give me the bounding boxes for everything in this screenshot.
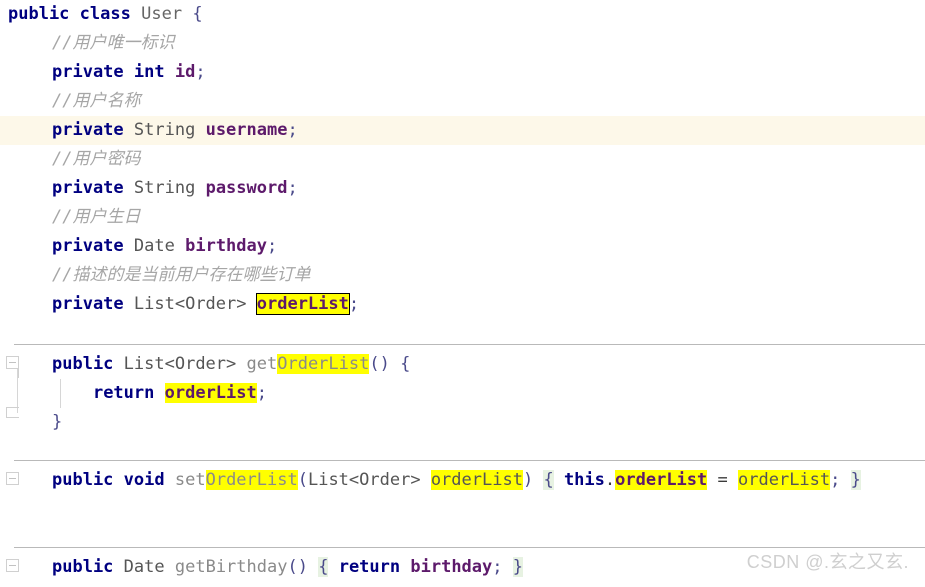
keyword-void: void <box>123 470 165 490</box>
code-line-8: //用户生日 <box>0 203 925 232</box>
paren-open: ( <box>297 470 308 490</box>
keyword-return: return <box>92 383 155 403</box>
class-name: User <box>141 4 183 24</box>
code-line-7: private String password; <box>0 174 925 203</box>
keyword-private: private <box>52 294 124 314</box>
semicolon: ; <box>267 236 278 256</box>
code-line-6: //用户密码 <box>0 145 925 174</box>
comment-birthday: //用户生日 <box>52 207 141 227</box>
code-line-13: return orderList; <box>0 379 925 408</box>
code-line-12: public List<Order> getOrderList() { <box>0 350 925 379</box>
code-line-10: //描述的是当前用户存在哪些订单 <box>0 261 925 290</box>
type-list-order: List<Order> <box>123 354 237 374</box>
keyword-private: private <box>52 120 124 140</box>
semicolon: ; <box>492 557 503 577</box>
field-id: id <box>174 62 196 82</box>
parentheses: () <box>287 557 308 577</box>
field-birthday: birthday <box>410 557 493 577</box>
keyword-this: this <box>563 470 605 490</box>
folded-brace-close[interactable]: } <box>850 470 861 490</box>
method-name-getbirthday: getBirthday <box>174 557 288 577</box>
keyword-public: public <box>52 470 114 490</box>
semicolon: ; <box>195 62 206 82</box>
field-password: password <box>205 178 288 198</box>
code-line-3: private int id; <box>0 58 925 87</box>
code-line-1: public class User { <box>0 0 925 29</box>
keyword-public: public <box>52 557 114 577</box>
field-orderlist-return[interactable]: orderList <box>164 383 257 403</box>
comment-id: //用户唯一标识 <box>52 33 175 53</box>
value-orderlist[interactable]: orderList <box>738 470 831 490</box>
keyword-public: public <box>52 354 114 374</box>
brace-open: { <box>192 4 203 24</box>
comment-username: //用户名称 <box>52 91 141 111</box>
semicolon: ; <box>287 178 298 198</box>
keyword-int: int <box>133 62 165 82</box>
keyword-private: private <box>52 178 124 198</box>
method-name-prefix: get <box>246 354 278 374</box>
semicolon: ; <box>830 470 841 490</box>
type-string: String <box>133 120 196 140</box>
paren-close: ) <box>522 470 534 490</box>
comment-orderlist: //描述的是当前用户存在哪些订单 <box>52 265 311 285</box>
field-username: username <box>205 120 288 140</box>
type-date: Date <box>123 557 165 577</box>
keyword-class: class <box>79 4 131 24</box>
folded-brace-open[interactable]: { <box>543 470 554 490</box>
code-line-15: public void setOrderList(List<Order> ord… <box>0 466 925 495</box>
field-orderlist-declaration[interactable]: orderList <box>255 293 350 315</box>
folded-brace-close[interactable]: } <box>512 557 524 577</box>
code-content[interactable]: public class User { //用户唯一标识 private int… <box>0 0 925 587</box>
brace-open: { <box>400 354 411 374</box>
keyword-private: private <box>52 236 124 256</box>
keyword-public: public <box>8 4 70 24</box>
method-name-highlight[interactable]: OrderList <box>277 354 370 374</box>
assign-operator: = <box>717 470 728 490</box>
comment-password: //用户密码 <box>52 149 141 169</box>
code-line-14: } <box>0 408 925 437</box>
code-line-4: //用户名称 <box>0 87 925 116</box>
type-string: String <box>133 178 196 198</box>
code-line-5: private String username; <box>0 116 925 145</box>
type-list-order: List<Order> <box>133 294 247 314</box>
field-birthday: birthday <box>185 236 267 256</box>
method-name-prefix: set <box>174 470 206 490</box>
param-type: List<Order> <box>307 470 421 490</box>
dot-operator: . <box>604 470 616 490</box>
csdn-watermark: CSDN @.玄之又玄. <box>746 552 909 572</box>
code-line-9: private Date birthday; <box>0 232 925 261</box>
this-field-orderlist[interactable]: orderList <box>615 470 708 490</box>
semicolon: ; <box>287 120 298 140</box>
folded-brace-open[interactable]: { <box>318 557 329 577</box>
method-name-highlight[interactable]: OrderList <box>205 470 298 490</box>
keyword-private: private <box>52 62 124 82</box>
semicolon: ; <box>348 294 360 314</box>
code-line-11: private List<Order> orderList; <box>0 290 925 319</box>
brace-close: } <box>52 412 63 432</box>
code-editor-viewport: public class User { //用户唯一标识 private int… <box>0 0 925 587</box>
param-name-orderlist[interactable]: orderList <box>430 470 523 490</box>
keyword-return: return <box>338 557 401 577</box>
parentheses: () <box>369 354 390 374</box>
type-date: Date <box>133 236 175 256</box>
code-line-2: //用户唯一标识 <box>0 29 925 58</box>
semicolon: ; <box>256 383 267 403</box>
